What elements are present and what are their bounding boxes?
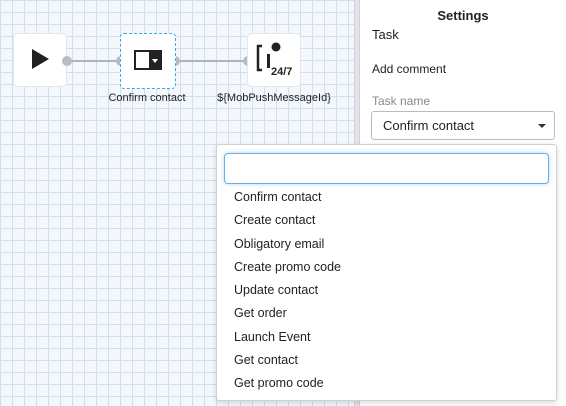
dropdown-option[interactable]: Create contact (217, 209, 556, 232)
start-node[interactable] (14, 34, 66, 86)
dropdown-search-input[interactable] (224, 153, 549, 184)
push-node-badge: 24/7 (271, 66, 293, 78)
add-comment-link[interactable]: Add comment (372, 62, 446, 76)
play-icon (30, 48, 50, 73)
task-name-selected-value: Confirm contact (383, 118, 475, 133)
task-name-label: Task name (372, 94, 431, 108)
connector-start-confirm (66, 60, 122, 62)
task-name-dropdown: Confirm contact Create contact Obligator… (216, 144, 557, 401)
confirm-contact-node-label: Confirm contact (108, 92, 186, 104)
dropdown-option[interactable]: Get promo code (217, 372, 556, 395)
task-name-select[interactable]: Confirm contact (371, 111, 555, 140)
push-message-node-label: ${MobPushMessageId} (217, 92, 331, 104)
dropdown-option[interactable]: Obligatory email (217, 233, 556, 256)
settings-title: Settings (437, 8, 489, 23)
dropdown-option[interactable]: Update contact (217, 279, 556, 302)
dropdown-option[interactable]: Create promo code (217, 256, 556, 279)
task-dropdown-icon (134, 49, 162, 73)
dropdown-option[interactable]: Launch Event (217, 326, 556, 349)
dropdown-options-list: Confirm contact Create contact Obligator… (217, 186, 556, 396)
confirm-contact-node[interactable] (120, 33, 176, 89)
connector-confirm-push (174, 60, 248, 62)
chevron-down-icon (538, 124, 546, 128)
dropdown-option[interactable]: Confirm contact (217, 186, 556, 209)
push-24-7-icon: 24/7 (254, 40, 294, 80)
start-output-port[interactable] (62, 56, 72, 66)
task-section-label: Task (372, 27, 399, 42)
push-message-node[interactable]: 24/7 (248, 34, 300, 86)
dropdown-option[interactable]: Get contact (217, 349, 556, 372)
dropdown-option[interactable]: Get order (217, 302, 556, 325)
